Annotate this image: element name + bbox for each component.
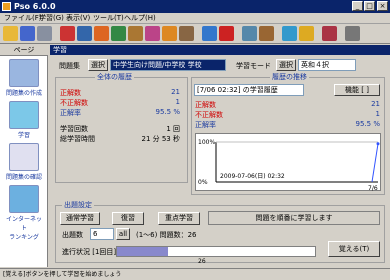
study-count-label: 学習回数 xyxy=(60,125,88,133)
history-wrong-value: 1 xyxy=(375,110,380,118)
list-icon[interactable] xyxy=(77,26,92,41)
char-icon[interactable] xyxy=(179,26,194,41)
history-correct-label: 正解数 xyxy=(195,101,216,109)
function-button[interactable]: 機能 [ ] xyxy=(334,84,380,96)
menu-bar: ファイル(F) 学習(G) 表示(V) ツール(T) ヘルプ(H) xyxy=(0,13,390,24)
sidebar: ページ 問題集の作成 学習 問題集の確認 インターネット ランキング xyxy=(0,45,48,267)
flag-icon[interactable] xyxy=(219,26,234,41)
minimize-button[interactable]: _ xyxy=(352,1,363,11)
chart-icon[interactable] xyxy=(282,26,297,41)
history-wrong-label: 不正解数 xyxy=(195,111,223,119)
overall-rate-label: 正解率 xyxy=(60,109,81,117)
overall-correct-value: 21 xyxy=(171,88,180,96)
print-icon[interactable] xyxy=(37,26,52,41)
main-panel: 問題集 選択 中学生向け問題/中学校 学校 学習モード 選択 英和４択 全体の履… xyxy=(50,55,389,267)
sidebar-item-ranking[interactable]: インターネット ランキング xyxy=(6,185,42,241)
maximize-button[interactable]: □ xyxy=(364,1,375,11)
study-time-value: 21 分 53 秒 xyxy=(141,135,181,143)
exit-icon[interactable] xyxy=(345,26,360,41)
history-rate-label: 正解率 xyxy=(195,121,216,129)
chart-y-bottom-label: 0% xyxy=(198,179,208,186)
overall-history-title: 全体の履歴 xyxy=(95,72,134,82)
overall-rate-value: 95.5 % xyxy=(155,108,180,116)
users-icon[interactable] xyxy=(259,26,274,41)
history-trend-title: 履歴の推移 xyxy=(270,72,309,82)
notebook-icon[interactable] xyxy=(111,26,126,41)
history-select[interactable]: [7/06 02:32] の学習履歴 xyxy=(194,84,304,96)
question-count-label: 出題数 xyxy=(62,231,83,239)
menu-help[interactable]: ヘルプ(H) xyxy=(122,13,158,24)
study-time-label: 総学習時間 xyxy=(60,135,95,143)
overall-wrong-label: 不正解数 xyxy=(60,99,88,107)
set-label: 問題集 xyxy=(59,62,80,70)
app-icon xyxy=(2,2,11,11)
study-order-text: 問題を順番に学習します xyxy=(208,211,380,225)
overall-wrong-value: 1 xyxy=(175,98,180,106)
sidebar-item-label: インターネット ランキング xyxy=(6,216,43,241)
focus-study-button[interactable]: 重点学習 xyxy=(158,212,200,225)
chart-series-line xyxy=(371,143,379,183)
set-value[interactable]: 中学生向け問題/中学校 学校 xyxy=(110,59,226,71)
sidebar-item-label: 問題集の作成 xyxy=(6,90,43,97)
arrow-icon[interactable] xyxy=(202,26,217,41)
globe-icon xyxy=(9,185,39,213)
all-button[interactable]: all xyxy=(116,228,130,240)
bird-icon[interactable] xyxy=(162,26,177,41)
person-icon xyxy=(9,143,39,171)
history-chart: 100% 0% 2009-07-06(日) 02:32 7/6 xyxy=(195,133,381,192)
close-button[interactable]: × xyxy=(377,1,388,11)
menu-tools[interactable]: ツール(T) xyxy=(91,13,126,24)
help-icon[interactable] xyxy=(299,26,314,41)
folder-icon[interactable] xyxy=(3,26,18,41)
history-correct-value: 21 xyxy=(371,100,380,108)
sidebar-header: ページ xyxy=(0,45,48,56)
bookmark-icon[interactable] xyxy=(94,26,109,41)
question-count-input[interactable]: 6 xyxy=(90,228,114,240)
settings-title: 出題設定 xyxy=(62,200,94,210)
chart-y-top-label: 100% xyxy=(198,139,215,146)
chart-x-right-label: 7/6 xyxy=(368,185,378,192)
progress-label: 進行状況 [1回目] xyxy=(62,248,117,256)
chart-point xyxy=(376,142,380,146)
chart-timestamp-label: 2009-07-06(日) 02:32 xyxy=(220,173,285,180)
normal-study-button[interactable]: 通常学習 xyxy=(60,212,100,225)
sidebar-item-label: 問題集の確認 xyxy=(6,174,43,181)
sidebar-item-review[interactable]: 問題集の確認 xyxy=(6,143,42,181)
book-icon[interactable] xyxy=(60,26,75,41)
dictionary-icon[interactable] xyxy=(145,26,160,41)
panel-title: 学習 xyxy=(50,45,390,55)
mode-label: 学習モード xyxy=(236,62,271,70)
gear-icon[interactable] xyxy=(242,26,257,41)
range-text: (1〜6) 問題数：26 xyxy=(136,231,197,239)
book-stack-icon xyxy=(9,59,39,87)
mode-value[interactable]: 英和４択 xyxy=(298,59,356,71)
status-bar: [覚える]ボタンを押して学習を始めましょう xyxy=(0,268,390,280)
mode-select-button[interactable]: 選択 xyxy=(276,59,296,71)
book2-icon[interactable] xyxy=(322,26,337,41)
study-count-value: 1 回 xyxy=(166,125,180,133)
overall-correct-label: 正解数 xyxy=(60,89,81,97)
sidebar-item-study[interactable]: 学習 xyxy=(6,101,42,139)
set-select-button[interactable]: 選択 xyxy=(88,59,108,71)
menu-view[interactable]: 表示(V) xyxy=(64,13,92,24)
history-rate-value: 95.5 % xyxy=(355,120,380,128)
cat-icon xyxy=(9,101,39,129)
pencil-icon[interactable] xyxy=(128,26,143,41)
sidebar-item-create[interactable]: 問題集の作成 xyxy=(6,59,42,97)
save-icon[interactable] xyxy=(20,26,35,41)
sidebar-item-label: 学習 xyxy=(17,132,30,139)
progress-bar xyxy=(116,246,316,257)
title-bar: Pso 6.0.0 xyxy=(0,0,390,13)
toolbar xyxy=(0,24,390,44)
progress-fill xyxy=(117,247,169,256)
window-title: Pso 6.0.0 xyxy=(14,2,56,11)
progress-percent: 26 xyxy=(198,258,206,265)
menu-study[interactable]: 学習(G) xyxy=(37,13,66,24)
history-chart-svg: 100% 0% 2009-07-06(日) 02:32 7/6 xyxy=(198,139,380,192)
review-button[interactable]: 復習 xyxy=(112,212,144,225)
memorize-button[interactable]: 覚える(T) xyxy=(328,241,380,257)
